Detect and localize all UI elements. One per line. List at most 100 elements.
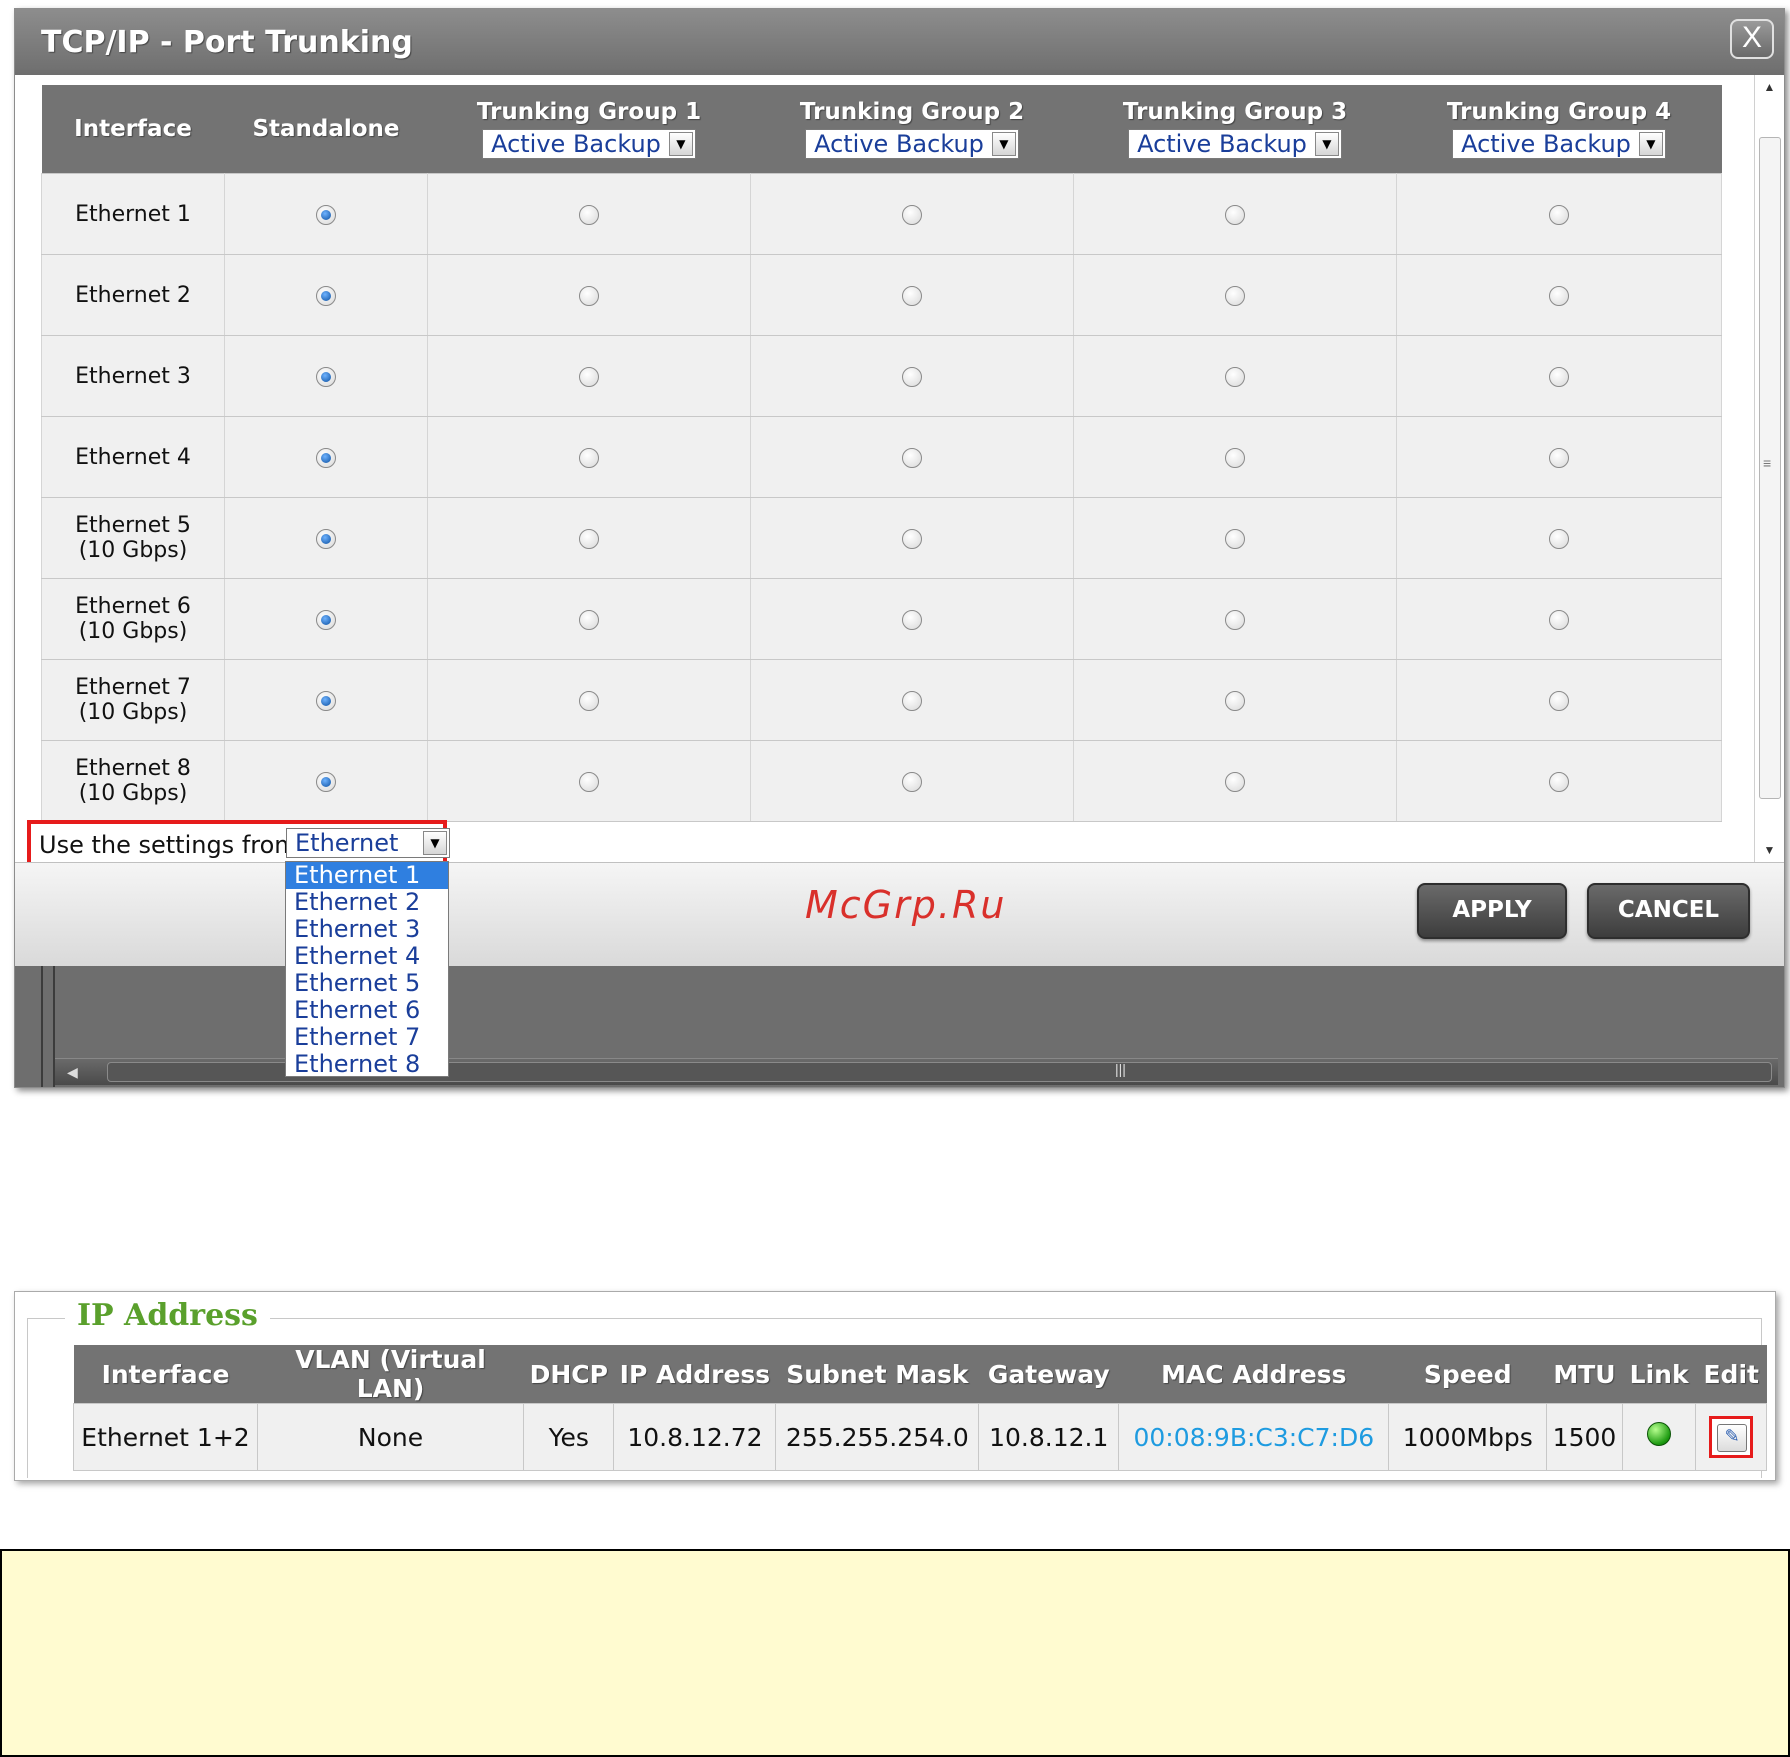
- radio-group3[interactable]: [1225, 771, 1245, 792]
- cell-vlan: None: [257, 1403, 525, 1471]
- radio-group1[interactable]: [579, 690, 599, 711]
- dropdown-option[interactable]: Ethernet 3: [286, 916, 448, 943]
- col-mac-address: MAC Address: [1118, 1345, 1389, 1404]
- radio-group2[interactable]: [902, 447, 922, 468]
- radio-cell-standalone: [224, 497, 428, 579]
- radio-group4[interactable]: [1549, 204, 1569, 225]
- radio-group1[interactable]: [579, 609, 599, 630]
- interface-name: Ethernet 8: [75, 756, 191, 781]
- radio-standalone[interactable]: [316, 285, 336, 306]
- trunking-group-3-label: Trunking Group 3: [1122, 99, 1348, 125]
- edit-icon[interactable]: ✎: [1717, 1424, 1748, 1452]
- radio-group1[interactable]: [579, 285, 599, 306]
- scroll-down-arrow-icon[interactable]: ▼: [1755, 838, 1784, 862]
- radio-standalone[interactable]: [316, 366, 336, 387]
- radio-cell-group2: [750, 335, 1074, 417]
- scroll-left-arrow-icon[interactable]: ◀: [67, 1061, 78, 1083]
- radio-group4[interactable]: [1549, 447, 1569, 468]
- radio-group1[interactable]: [579, 204, 599, 225]
- radio-cell-group4: [1396, 497, 1722, 579]
- radio-cell-group3: [1073, 578, 1397, 660]
- trunking-group-3-mode-select[interactable]: Active Backup ▼: [1128, 129, 1342, 159]
- radio-group3[interactable]: [1225, 447, 1245, 468]
- radio-group3[interactable]: [1225, 528, 1245, 549]
- scroll-up-arrow-icon[interactable]: ▲: [1755, 75, 1784, 99]
- radio-group4[interactable]: [1549, 285, 1569, 306]
- use-settings-select[interactable]: Ethernet 1▼: [286, 828, 450, 885]
- close-button[interactable]: X: [1730, 19, 1774, 59]
- radio-group1[interactable]: [579, 528, 599, 549]
- table-row: Ethernet 3: [41, 335, 1722, 417]
- trunking-group-4-mode-value: Active Backup: [1461, 130, 1631, 158]
- radio-group2[interactable]: [902, 528, 922, 549]
- radio-standalone[interactable]: [316, 447, 336, 468]
- table-row: Ethernet 5 (10 Gbps): [41, 497, 1722, 579]
- radio-group3[interactable]: [1225, 285, 1245, 306]
- ip-address-table: Interface VLAN (Virtual LAN) DHCP IP Add…: [72, 1345, 1767, 1471]
- col-dhcp: DHCP: [523, 1345, 614, 1404]
- dropdown-option[interactable]: Ethernet 4: [286, 943, 448, 970]
- radio-group2[interactable]: [902, 204, 922, 225]
- interface-name: Ethernet 6: [75, 594, 191, 619]
- table-row: Ethernet 1+2 None Yes 10.8.12.72 255.255…: [72, 1403, 1767, 1471]
- radio-group2[interactable]: [902, 609, 922, 630]
- trunking-group-4-mode-select[interactable]: Active Backup ▼: [1452, 129, 1666, 159]
- radio-group3[interactable]: [1225, 204, 1245, 225]
- col-edit: Edit: [1695, 1345, 1767, 1404]
- interface-speed: (10 Gbps): [78, 781, 188, 806]
- cancel-button[interactable]: CANCEL: [1587, 883, 1750, 939]
- dropdown-option[interactable]: Ethernet 6: [286, 997, 448, 1024]
- radio-standalone[interactable]: [316, 690, 336, 711]
- radio-cell-group2: [750, 740, 1074, 822]
- trunking-header-row: Interface Standalone Trunking Group 1 Ac…: [41, 85, 1722, 174]
- radio-group1[interactable]: [579, 366, 599, 387]
- radio-group4[interactable]: [1549, 366, 1569, 387]
- radio-cell-group1: [427, 659, 751, 741]
- radio-cell-group4: [1396, 173, 1722, 255]
- dropdown-option[interactable]: Ethernet 5: [286, 970, 448, 997]
- radio-group3[interactable]: [1225, 609, 1245, 630]
- dropdown-option[interactable]: Ethernet 2: [286, 889, 448, 916]
- radio-group2[interactable]: [902, 285, 922, 306]
- radio-cell-standalone: [224, 578, 428, 660]
- trunking-group-3-mode-value: Active Backup: [1137, 130, 1307, 158]
- radio-standalone[interactable]: [316, 204, 336, 225]
- radio-standalone[interactable]: [316, 771, 336, 792]
- radio-standalone[interactable]: [316, 609, 336, 630]
- interface-speed: (10 Gbps): [78, 538, 188, 563]
- apply-button[interactable]: APPLY: [1417, 883, 1567, 939]
- col-speed: Speed: [1388, 1345, 1547, 1404]
- vertical-scrollbar[interactable]: ▲ ≡ ▼: [1754, 75, 1784, 862]
- radio-group3[interactable]: [1225, 366, 1245, 387]
- dialog-titlebar: TCP/IP - Port Trunking X: [15, 9, 1784, 75]
- interface-name-cell: Ethernet 1: [41, 173, 225, 255]
- dropdown-option[interactable]: Ethernet 1: [286, 862, 448, 889]
- note-box: [0, 1549, 1790, 1757]
- chevron-down-icon: ▼: [991, 132, 1016, 156]
- radio-group3[interactable]: [1225, 690, 1245, 711]
- interface-name-cell: Ethernet 4: [41, 416, 225, 498]
- trunking-table: Interface Standalone Trunking Group 1 Ac…: [41, 85, 1722, 822]
- dropdown-option[interactable]: Ethernet 8: [286, 1051, 448, 1078]
- radio-group2[interactable]: [902, 366, 922, 387]
- radio-group4[interactable]: [1549, 609, 1569, 630]
- radio-standalone[interactable]: [316, 528, 336, 549]
- radio-group1[interactable]: [579, 771, 599, 792]
- radio-group4[interactable]: [1549, 528, 1569, 549]
- table-row: Ethernet 7 (10 Gbps): [41, 659, 1722, 741]
- radio-group2[interactable]: [902, 690, 922, 711]
- trunking-group-2-mode-value: Active Backup: [814, 130, 984, 158]
- radio-group2[interactable]: [902, 771, 922, 792]
- radio-group4[interactable]: [1549, 690, 1569, 711]
- cell-link: [1621, 1403, 1697, 1471]
- trunking-group-2-mode-select[interactable]: Active Backup ▼: [805, 129, 1019, 159]
- cell-mtu: 1500: [1546, 1403, 1623, 1471]
- interface-name: Ethernet 1: [75, 201, 191, 227]
- scrollbar-grip-icon: ≡: [1763, 455, 1772, 471]
- cell-mac-address-link[interactable]: 00:08:9B:C3:C7:D6: [1118, 1403, 1390, 1471]
- trunking-group-1-mode-select[interactable]: Active Backup ▼: [482, 129, 696, 159]
- radio-cell-group1: [427, 254, 751, 336]
- radio-group4[interactable]: [1549, 771, 1569, 792]
- dropdown-option[interactable]: Ethernet 7: [286, 1024, 448, 1051]
- radio-group1[interactable]: [579, 447, 599, 468]
